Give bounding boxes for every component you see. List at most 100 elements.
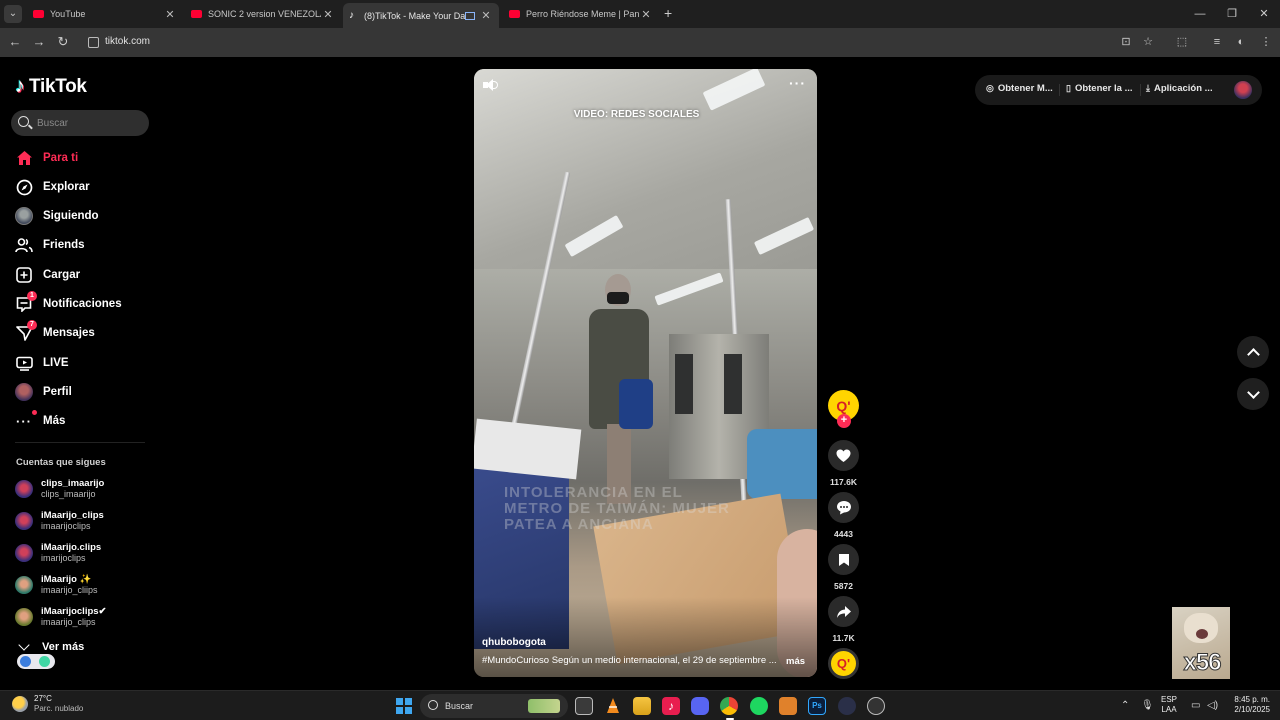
app-icon[interactable] <box>838 697 856 715</box>
nav-mensajes[interactable]: 7 Mensajes <box>15 320 95 345</box>
url-text: tiktok.com <box>105 36 151 47</box>
extensions-icon[interactable]: ⬚ <box>1175 35 1189 49</box>
tab-close-icon[interactable]: ✕ <box>639 8 653 21</box>
like-button[interactable]: 117.6K <box>827 440 860 487</box>
tab-youtube[interactable]: YouTube ✕ <box>27 3 183 25</box>
more-dots-icon: ··· <box>15 410 37 430</box>
inbox-icon: 1 <box>15 291 37 313</box>
chrome-icon[interactable] <box>720 697 738 715</box>
address-bar[interactable]: tiktok.com <box>82 31 1162 54</box>
reload-icon[interactable]: ↻ <box>55 34 71 50</box>
new-tab-button[interactable]: + <box>664 5 672 21</box>
search-input[interactable] <box>37 114 137 132</box>
more-options-icon[interactable]: ··· <box>789 75 806 91</box>
following-account[interactable]: iMaarijo_clips imaarijoclips <box>15 508 104 534</box>
task-view-icon[interactable] <box>575 697 593 715</box>
user-avatar[interactable] <box>1234 81 1252 99</box>
music-disc-logo: Q' <box>836 656 851 671</box>
profile-icon[interactable]: ◐ <box>1234 35 1248 49</box>
restore-icon[interactable]: ❐ <box>1216 0 1248 28</box>
photoshop-icon[interactable]: Ps <box>808 697 826 715</box>
nav-para-ti[interactable]: Para ti <box>15 146 78 170</box>
following-account[interactable]: iMaarijoclips✔ imaarijo_clips <box>15 604 107 630</box>
forward-arrow-icon[interactable]: → <box>31 34 47 50</box>
comment-button[interactable]: 4443 <box>827 492 860 539</box>
vlc-icon[interactable] <box>604 697 622 715</box>
see-more-label: Ver más <box>42 641 85 653</box>
volume-icon[interactable] <box>483 79 499 91</box>
search-box <box>11 110 149 136</box>
share-count: 11.7K <box>832 633 855 643</box>
expand-description-button[interactable]: más <box>786 656 805 667</box>
following-account[interactable]: iMaarijo.clips imarijoclips <box>15 540 101 566</box>
tab-close-icon[interactable]: ✕ <box>321 8 335 21</box>
youtube-icon <box>191 10 202 18</box>
see-more-button[interactable]: Ver más <box>18 639 85 653</box>
minimize-icon[interactable]: — <box>1184 0 1216 28</box>
next-video-button[interactable] <box>1237 378 1269 410</box>
save-button[interactable]: 5872 <box>827 544 860 591</box>
discord-icon[interactable] <box>691 697 709 715</box>
tab-media-icon[interactable] <box>465 11 475 20</box>
tiktok-logo[interactable]: ♪ TikTok <box>15 75 87 98</box>
speaker-icon[interactable]: ◁) <box>1207 700 1218 711</box>
microphone-icon[interactable]: 🎙 <box>1141 700 1154 711</box>
floating-extension-widget[interactable] <box>17 654 55 669</box>
desktop-app-button[interactable]: ⤓ Aplicación ... <box>1146 83 1213 94</box>
install-app-icon[interactable]: ⊡ <box>1119 35 1133 49</box>
video-player[interactable]: INTOLERANCIA EN EL METRO DE TAIWÁN: MUJE… <box>474 69 817 677</box>
taskbar-search[interactable]: Buscar <box>420 694 568 718</box>
nav-perfil[interactable]: Perfil <box>15 380 72 404</box>
close-window-icon[interactable]: ✕ <box>1248 0 1280 28</box>
nav-cargar[interactable]: Cargar <box>15 263 80 287</box>
windows-start-icon[interactable] <box>396 698 412 714</box>
nav-siguiendo[interactable]: Siguiendo <box>15 204 99 228</box>
tiktok-app-icon[interactable]: ♪ <box>662 697 680 715</box>
notification-dot <box>32 410 37 415</box>
phone-icon: ▯ <box>1066 83 1071 93</box>
tab-search-chevron-icon[interactable]: ⌄ <box>4 5 22 23</box>
show-hidden-icons-chevron-icon[interactable]: ⌃ <box>1121 700 1129 711</box>
following-account[interactable]: iMaarijo ✨ imaarijo_cliips <box>15 572 98 598</box>
menu-kebab-icon[interactable]: ⋮ <box>1259 35 1273 49</box>
tab-close-icon[interactable]: ✕ <box>479 9 493 22</box>
back-arrow-icon[interactable]: ← <box>7 34 23 50</box>
following-account[interactable]: clips_imaarijo clips_imaarijo <box>15 476 104 502</box>
account-avatar <box>15 480 33 498</box>
creator-avatar[interactable]: Q' + <box>828 390 859 428</box>
account-handle: clips_imaarijo <box>41 489 96 499</box>
obs-icon[interactable] <box>867 697 885 715</box>
browser-toolbar: ← → ↻ tiktok.com ⊡ ☆ ⬚ ≡ ◐ ⋮ <box>0 28 1280 57</box>
lang-code: ESP <box>1161 695 1178 704</box>
account-avatar <box>15 576 33 594</box>
share-button[interactable]: 11.7K <box>827 596 860 643</box>
tab-close-icon[interactable]: ✕ <box>163 8 177 21</box>
tiktok-icon: ♪ <box>349 9 354 21</box>
tab-tiktok[interactable]: ♪ (8)TikTok - Make Your Day ✕ <box>343 3 499 28</box>
nav-mas[interactable]: ··· Más <box>15 409 65 433</box>
nav-notificaciones[interactable]: 1 Notificaciones <box>15 291 122 316</box>
app-icon[interactable] <box>779 697 797 715</box>
input-language[interactable]: ESP LAA <box>1161 695 1177 715</box>
network-icon[interactable]: ▭ <box>1191 700 1200 711</box>
media-control-icon[interactable]: ≡ <box>1210 35 1224 49</box>
tab-sonic[interactable]: SONIC 2 version VENEZOLANO ✕ <box>185 3 341 25</box>
tab-perro-meme[interactable]: Perro Riéndose Meme | Pantalla ✕ <box>503 3 659 25</box>
get-app-button[interactable]: ▯ Obtener la ... <box>1066 83 1133 94</box>
get-coins-button[interactable]: ◎ Obtener M... <box>986 83 1053 94</box>
system-clock[interactable]: 8:45 p. m. 2/10/2025 <box>1226 695 1270 715</box>
nav-live[interactable]: LIVE <box>15 351 69 375</box>
spotify-icon[interactable] <box>750 697 768 715</box>
music-disc-icon[interactable]: Q' <box>828 648 859 679</box>
nav-friends[interactable]: Friends <box>15 233 85 257</box>
upload-icon <box>15 266 33 284</box>
follow-plus-icon[interactable]: + <box>837 414 851 428</box>
bookmark-star-icon[interactable]: ☆ <box>1141 35 1155 49</box>
video-author[interactable]: qhubobogota <box>482 637 546 648</box>
extension-icon <box>39 656 50 667</box>
weather-widget[interactable]: 27°C Parc. nublado <box>12 694 83 714</box>
site-info-icon[interactable] <box>88 37 99 48</box>
file-explorer-icon[interactable] <box>633 697 651 715</box>
nav-explorar[interactable]: Explorar <box>15 175 90 199</box>
previous-video-button[interactable] <box>1237 336 1269 368</box>
